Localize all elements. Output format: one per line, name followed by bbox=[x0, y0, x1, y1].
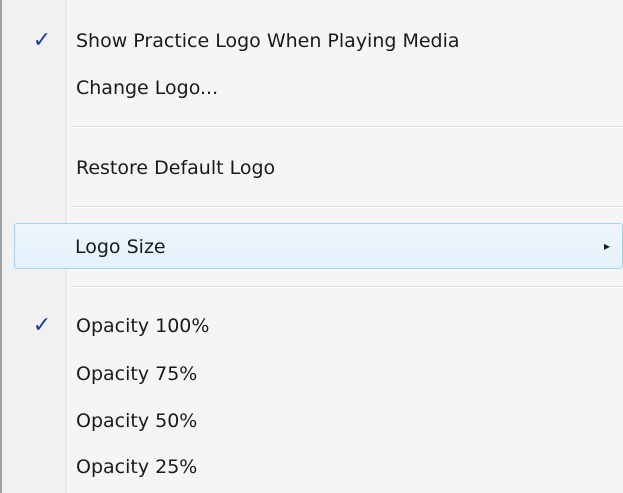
menu-item-label: Restore Default Logo bbox=[76, 157, 276, 179]
menu-item-label: Change Logo... bbox=[76, 77, 219, 99]
menu-item-label: Opacity 75% bbox=[76, 363, 198, 385]
menu-item-label: Opacity 100% bbox=[76, 315, 210, 337]
menu-item-opacity-100[interactable]: ✓ Opacity 100% bbox=[8, 303, 623, 349]
menu-separator bbox=[72, 206, 623, 208]
checkmark-icon: ✓ bbox=[32, 313, 52, 338]
context-menu: ✓ Show Practice Logo When Playing Media … bbox=[0, 0, 623, 493]
menu-item-label: Opacity 25% bbox=[76, 456, 198, 478]
menu-item-show-practice-logo[interactable]: ✓ Show Practice Logo When Playing Media bbox=[8, 18, 623, 64]
checkmark-icon: ✓ bbox=[32, 28, 52, 53]
menu-item-restore-default-logo[interactable]: Restore Default Logo bbox=[8, 145, 623, 191]
menu-separator bbox=[72, 286, 623, 288]
menu-item-label: Opacity 50% bbox=[76, 410, 198, 432]
menu-item-logo-size[interactable]: Logo Size ▸ bbox=[14, 223, 623, 269]
menu-separator bbox=[72, 126, 623, 128]
menu-item-label: Logo Size bbox=[75, 236, 166, 258]
menu-item-opacity-50[interactable]: Opacity 50% bbox=[8, 398, 623, 444]
menu-item-label: Show Practice Logo When Playing Media bbox=[76, 30, 460, 52]
submenu-arrow-icon: ▸ bbox=[603, 239, 610, 253]
menu-item-opacity-75[interactable]: Opacity 75% bbox=[8, 351, 623, 397]
menu-item-change-logo[interactable]: Change Logo... bbox=[8, 65, 623, 111]
menu-item-opacity-25[interactable]: Opacity 25% bbox=[8, 444, 623, 490]
